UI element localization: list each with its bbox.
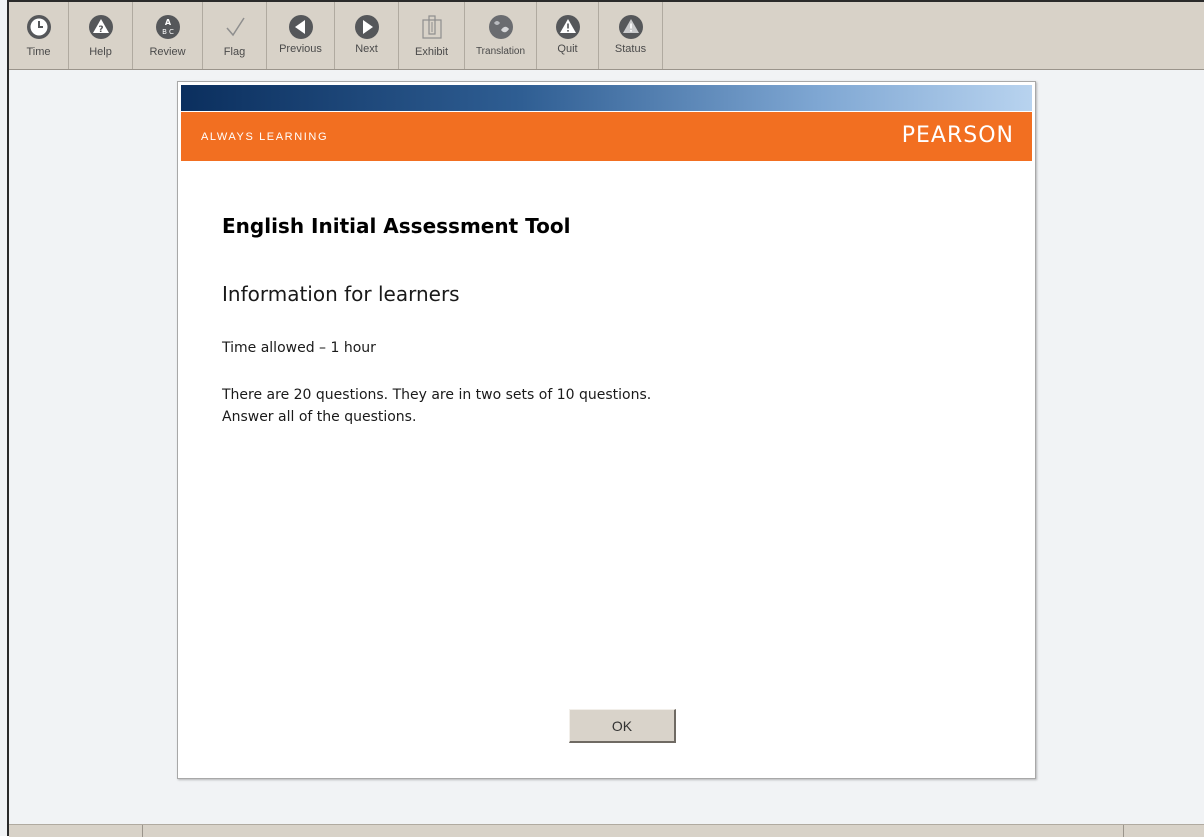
review-button-label: Review — [149, 46, 186, 58]
quit-button-label: Quit — [557, 43, 578, 55]
help-button[interactable]: ? Help — [69, 2, 133, 69]
page-title: English Initial Assessment Tool — [222, 214, 571, 238]
time-button-label: Time — [26, 46, 51, 58]
arrow-left-icon — [288, 14, 314, 40]
clock-icon — [26, 14, 52, 40]
status-button-label: Status — [614, 43, 647, 55]
quit-button[interactable]: Quit — [537, 2, 599, 69]
previous-button[interactable]: Previous — [267, 2, 335, 69]
svg-text:?: ? — [98, 25, 103, 35]
review-button[interactable]: A B C Review — [133, 2, 203, 69]
help-icon: ? — [88, 14, 114, 40]
question-info-text: There are 20 questions. They are in two … — [222, 387, 652, 403]
flag-button-label: Flag — [223, 46, 246, 58]
window-frame-left — [7, 0, 9, 836]
instructions-dialog: ALWAYS LEARNING PEARSON English Initial … — [177, 81, 1036, 779]
flag-button[interactable]: Flag — [203, 2, 267, 69]
status-icon — [618, 14, 644, 40]
app-window: Time ? Help A B C Review Flag Previous N… — [0, 0, 1204, 837]
answer-instruction-text: Answer all of the questions. — [222, 409, 417, 425]
translation-button-label: Translation — [475, 46, 526, 57]
page-subtitle: Information for learners — [222, 282, 460, 306]
svg-text:A: A — [164, 18, 171, 27]
exhibit-icon — [419, 14, 445, 40]
previous-button-label: Previous — [279, 43, 322, 55]
svg-text:B: B — [162, 28, 167, 36]
banner-tagline: ALWAYS LEARNING — [201, 131, 329, 143]
status-bar-divider — [1123, 825, 1124, 837]
ok-button[interactable]: OK — [569, 709, 676, 743]
warning-icon — [555, 14, 581, 40]
header-gradient-bar — [181, 85, 1032, 111]
arrow-right-icon — [354, 14, 380, 40]
help-button-label: Help — [89, 46, 112, 58]
svg-text:C: C — [169, 28, 174, 36]
next-button[interactable]: Next — [335, 2, 399, 69]
toolbar: Time ? Help A B C Review Flag Previous N… — [9, 2, 1204, 70]
status-bar-divider — [142, 825, 143, 837]
translation-button[interactable]: Translation — [465, 2, 537, 69]
status-bar — [9, 824, 1204, 837]
pearson-logo: PEARSON — [901, 123, 1014, 148]
next-button-label: Next — [355, 43, 378, 55]
pearson-banner: ALWAYS LEARNING PEARSON — [181, 112, 1032, 161]
exhibit-button-label: Exhibit — [414, 46, 449, 58]
exhibit-button[interactable]: Exhibit — [399, 2, 465, 69]
time-allowed-text: Time allowed – 1 hour — [222, 340, 376, 356]
status-button[interactable]: Status — [599, 2, 663, 69]
time-button[interactable]: Time — [9, 2, 69, 69]
checkmark-icon — [222, 14, 248, 40]
review-icon: A B C — [155, 14, 181, 40]
translation-icon — [488, 14, 514, 40]
